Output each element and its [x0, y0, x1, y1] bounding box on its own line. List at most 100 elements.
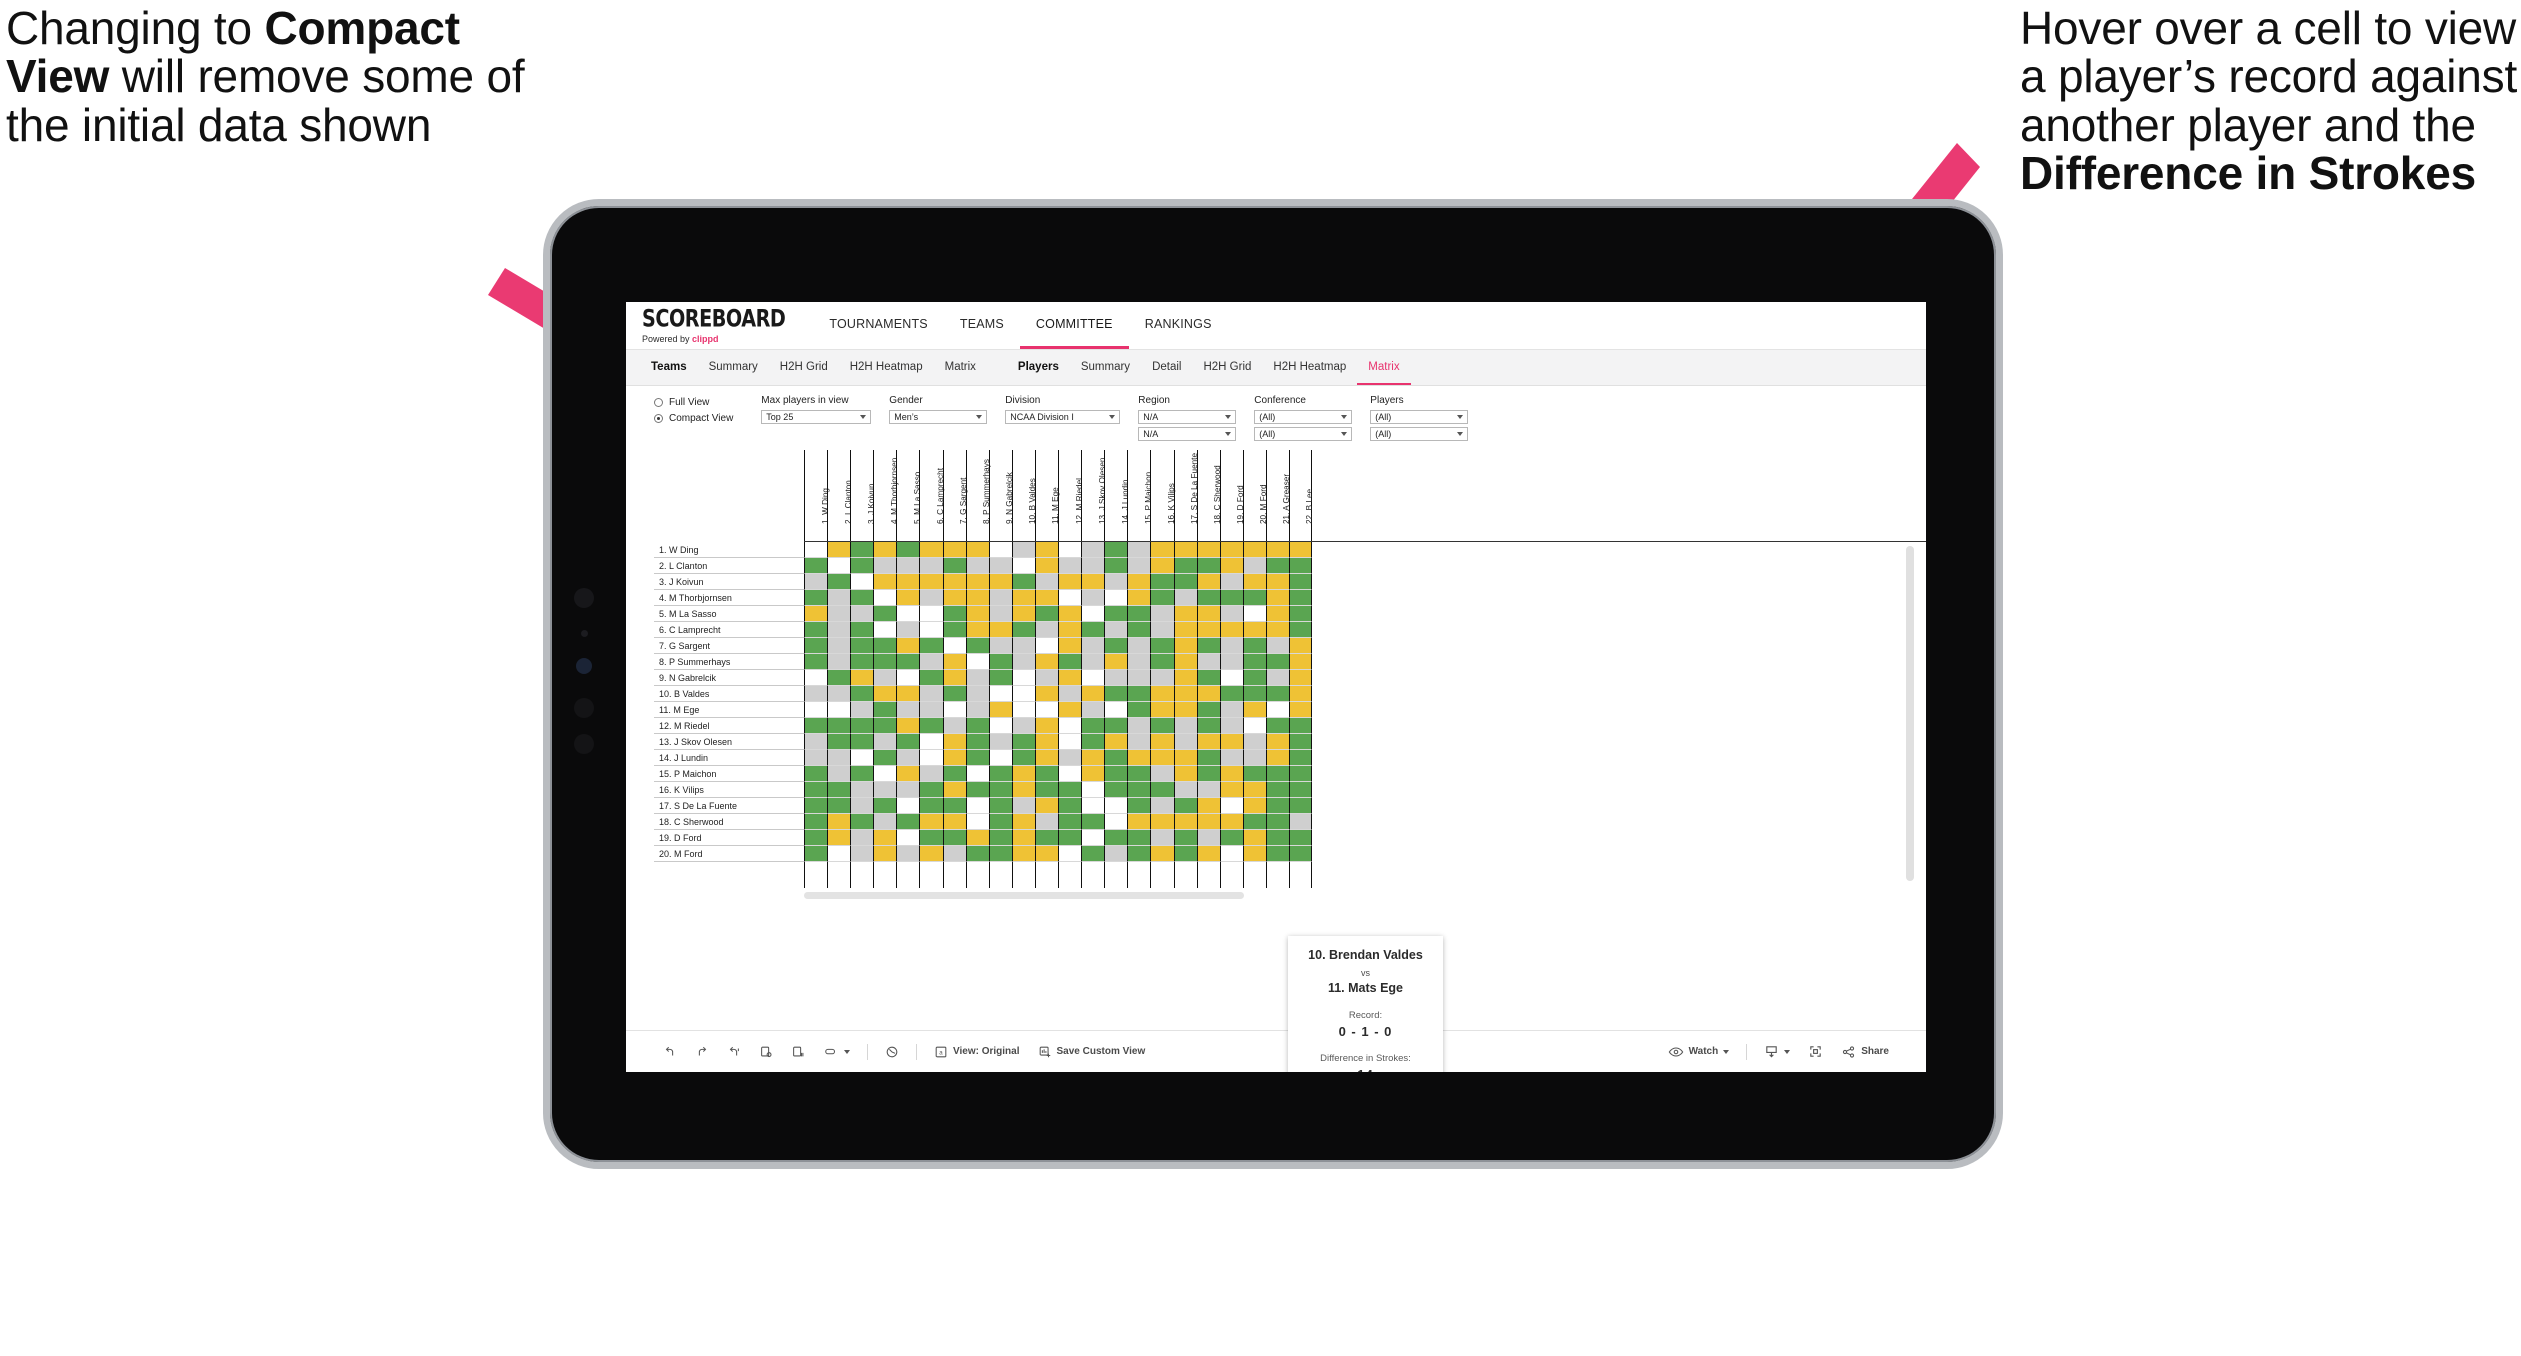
matrix-cell[interactable] [1127, 782, 1151, 798]
share-button[interactable]: Share [1832, 1039, 1898, 1065]
matrix-cell[interactable] [1173, 542, 1197, 558]
matrix-cell[interactable] [919, 606, 943, 622]
matrix-cell[interactable] [988, 654, 1012, 670]
matrix-cell[interactable] [827, 558, 851, 574]
matrix-cell[interactable] [965, 574, 989, 590]
matrix-cell[interactable] [1058, 734, 1082, 750]
matrix-cell[interactable] [1104, 782, 1128, 798]
matrix-col-header[interactable]: 1. W Ding [804, 450, 830, 541]
matrix-cell[interactable] [896, 606, 920, 622]
matrix-cell[interactable] [1219, 606, 1243, 622]
matrix-cell[interactable] [873, 670, 897, 686]
matrix-cell[interactable] [919, 670, 943, 686]
matrix-cell[interactable] [873, 558, 897, 574]
tab-players-h2h-grid[interactable]: H2H Grid [1192, 350, 1262, 385]
matrix-cell[interactable] [804, 782, 828, 798]
matrix-row-label[interactable]: 1. W Ding [654, 542, 804, 558]
matrix-cell[interactable] [873, 590, 897, 606]
matrix-cell[interactable] [1011, 702, 1035, 718]
view-original-button[interactable]: a View: Original [925, 1039, 1029, 1065]
matrix-cell[interactable] [1242, 606, 1266, 622]
matrix-cell[interactable] [1011, 846, 1035, 862]
matrix-cell[interactable] [1034, 782, 1059, 798]
matrix-cell[interactable] [1104, 750, 1128, 766]
matrix-cell[interactable] [1196, 830, 1220, 846]
matrix-cell[interactable] [1081, 814, 1105, 830]
matrix-col-header[interactable]: 17. S De La Fuente [1173, 450, 1199, 541]
matrix-cell[interactable] [804, 830, 828, 846]
matrix-cell[interactable] [850, 686, 874, 702]
matrix-cell[interactable] [1104, 814, 1128, 830]
matrix-cell[interactable] [1150, 830, 1174, 846]
matrix-cell[interactable] [942, 574, 966, 590]
matrix-cell[interactable] [1150, 814, 1174, 830]
matrix-cell[interactable] [1173, 846, 1197, 862]
matrix-cell[interactable] [1034, 846, 1059, 862]
matrix-cell[interactable] [1034, 750, 1059, 766]
matrix-cell[interactable] [827, 782, 851, 798]
matrix-cell[interactable] [988, 558, 1012, 574]
matrix-cell[interactable] [965, 814, 989, 830]
redo-button[interactable] [686, 1039, 718, 1065]
matrix-col-header[interactable]: 20. M Ford [1242, 450, 1268, 541]
matrix-cell[interactable] [1288, 558, 1313, 574]
matrix-col-header[interactable]: 5. M La Sasso [896, 450, 922, 541]
matrix-cell[interactable] [965, 750, 989, 766]
matrix-cell[interactable] [1173, 558, 1197, 574]
matrix-cell[interactable] [1288, 798, 1313, 814]
matrix-cell[interactable] [1265, 846, 1289, 862]
matrix-cell[interactable] [850, 830, 874, 846]
matrix-cell[interactable] [988, 670, 1012, 686]
matrix-cell[interactable] [850, 542, 874, 558]
matrix-cell[interactable] [942, 782, 966, 798]
matrix-cell[interactable] [1104, 798, 1128, 814]
matrix-cell[interactable] [965, 686, 989, 702]
matrix-cell[interactable] [1034, 606, 1059, 622]
matrix-cell[interactable] [1288, 814, 1313, 830]
matrix-cell[interactable] [942, 670, 966, 686]
matrix-row-label[interactable]: 15. P Maichon [654, 766, 804, 782]
matrix-row-label[interactable]: 5. M La Sasso [654, 606, 804, 622]
matrix-cell[interactable] [1127, 638, 1151, 654]
pause-updates-button[interactable] [782, 1039, 814, 1065]
matrix-cell[interactable] [1150, 542, 1174, 558]
matrix-col-header[interactable]: 7. G Sargent [942, 450, 968, 541]
matrix-cell[interactable] [873, 766, 897, 782]
matrix-cell[interactable] [1288, 654, 1313, 670]
matrix-cell[interactable] [896, 750, 920, 766]
matrix-cell[interactable] [1104, 654, 1128, 670]
matrix-cell[interactable] [850, 670, 874, 686]
matrix-cell[interactable] [1219, 766, 1243, 782]
matrix-col-header[interactable]: 22. B Lee [1288, 450, 1314, 541]
matrix-cell[interactable] [1150, 846, 1174, 862]
matrix-cell[interactable] [827, 590, 851, 606]
matrix-cell[interactable] [804, 670, 828, 686]
matrix-cell[interactable] [942, 542, 966, 558]
matrix-cell[interactable] [988, 750, 1012, 766]
matrix-cell[interactable] [1173, 830, 1197, 846]
matrix-cell[interactable] [942, 766, 966, 782]
matrix-cell[interactable] [1104, 606, 1128, 622]
matrix-cell[interactable] [1288, 830, 1313, 846]
matrix-cell[interactable] [1196, 670, 1220, 686]
matrix-cell[interactable] [1265, 814, 1289, 830]
matrix-cell[interactable] [1081, 542, 1105, 558]
tab-teams-h2h-heatmap[interactable]: H2H Heatmap [839, 350, 934, 385]
matrix-cell[interactable] [1034, 830, 1059, 846]
matrix-cell[interactable] [1265, 654, 1289, 670]
matrix-cell[interactable] [804, 654, 828, 670]
matrix-cell[interactable] [1288, 590, 1313, 606]
matrix-cell[interactable] [988, 590, 1012, 606]
matrix-cell[interactable] [1288, 750, 1313, 766]
matrix-cell[interactable] [1242, 686, 1266, 702]
matrix-col-header[interactable]: 9. N Gabrelcik [988, 450, 1014, 541]
matrix-cell[interactable] [1058, 798, 1082, 814]
matrix-cell[interactable] [1081, 558, 1105, 574]
matrix-cell[interactable] [1288, 718, 1313, 734]
matrix-cell[interactable] [942, 846, 966, 862]
matrix-row-label[interactable]: 10. B Valdes [654, 686, 804, 702]
matrix-cell[interactable] [988, 622, 1012, 638]
matrix-cell[interactable] [1196, 574, 1220, 590]
matrix-cell[interactable] [1150, 638, 1174, 654]
matrix-cell[interactable] [988, 734, 1012, 750]
